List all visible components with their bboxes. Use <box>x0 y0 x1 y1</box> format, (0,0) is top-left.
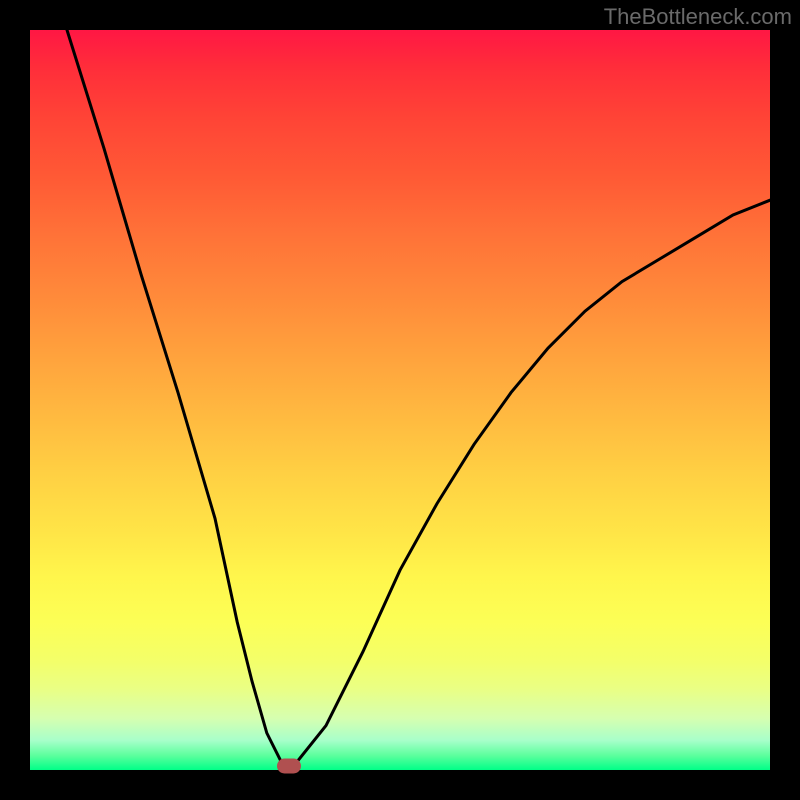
border-left <box>0 0 30 800</box>
watermark-text: TheBottleneck.com <box>604 4 792 30</box>
bottleneck-curve <box>30 30 770 770</box>
border-right <box>770 0 800 800</box>
chart-plot-area <box>30 30 770 770</box>
optimal-point-marker <box>277 759 301 774</box>
border-bottom <box>0 770 800 800</box>
